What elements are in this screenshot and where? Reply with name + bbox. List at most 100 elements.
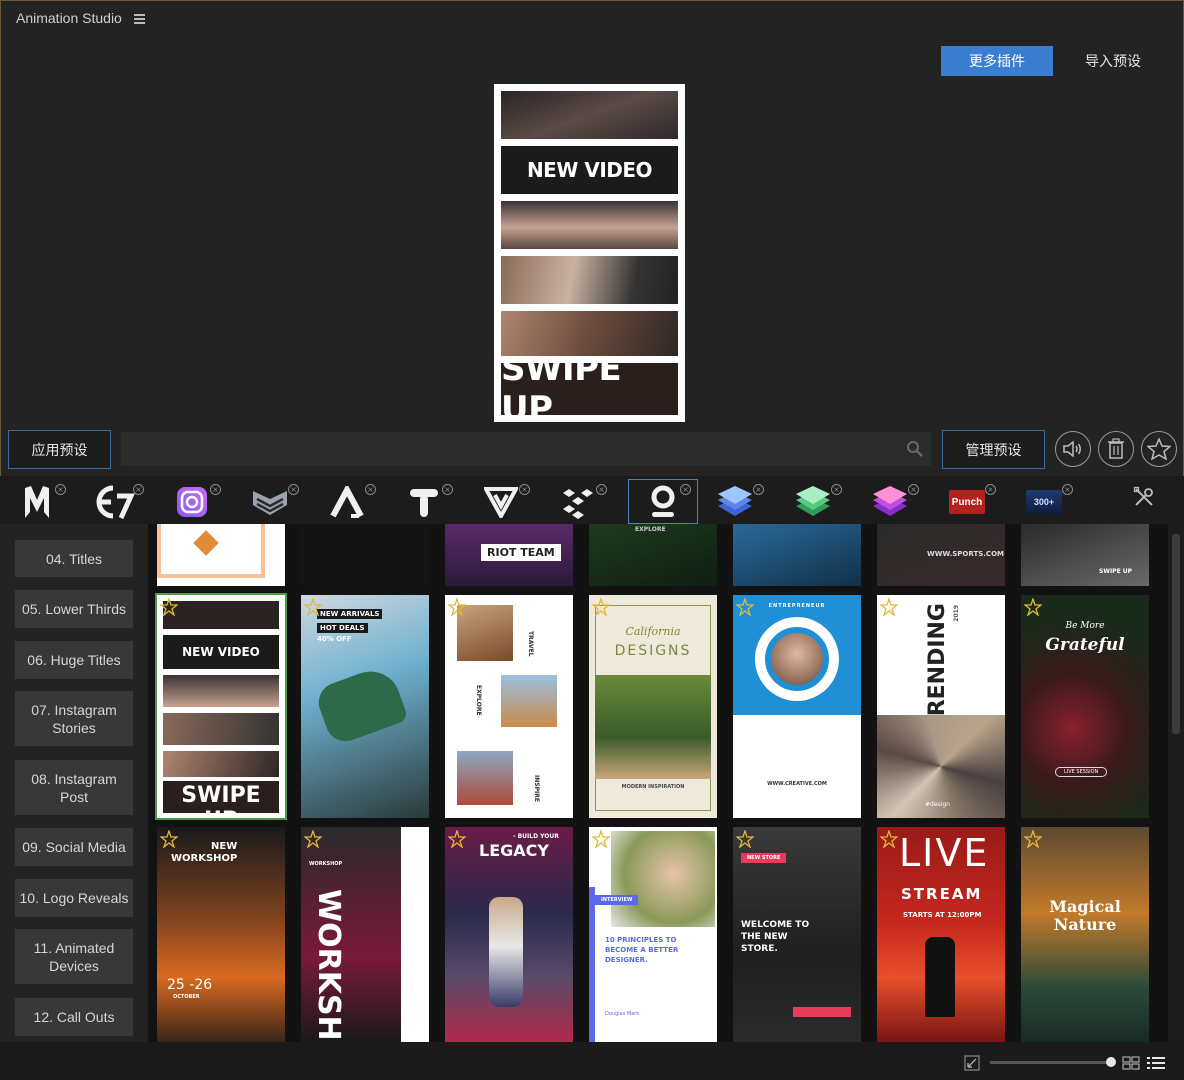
list-view-icon[interactable] [1146, 1055, 1166, 1071]
category-social-media[interactable]: 09. Social Media [15, 828, 133, 866]
favorite-star-icon[interactable] [880, 830, 898, 848]
volume-icon [1063, 440, 1081, 458]
preset-tile-interview[interactable]: INTERVIEW 10 PRINCIPLES TO BECOME A BETT… [589, 827, 717, 1042]
import-preset-button[interactable]: 导入预设 [1070, 46, 1156, 76]
remove-plugin-icon[interactable]: × [908, 484, 919, 495]
tile-title: LIVE SESSION [1055, 767, 1108, 777]
category-instagram-post[interactable]: 08. Instagram Post [15, 760, 133, 815]
favorite-star-icon[interactable] [1024, 830, 1042, 848]
plugin-300[interactable]: 300+ × [1009, 480, 1079, 524]
preset-tile-entrepreneur[interactable]: ENTREPRENEUR WWW.CREATIVE.COM [733, 595, 861, 818]
tile-title: TRENDING [925, 603, 950, 732]
tile-title: DESIGNS [614, 643, 692, 659]
tile-panel [733, 715, 861, 818]
plugin-q[interactable]: × [628, 479, 698, 524]
category-lower-thirds[interactable]: 05. Lower Thirds [15, 590, 133, 628]
preset-tile-new-arrivals[interactable]: NEW ARRIVALS HOT DEALS 40% OFF [301, 595, 429, 818]
preset-tile-new-video[interactable]: NEW VIDEO SWIPE UP [155, 593, 287, 820]
plugin-t[interactable]: × [389, 480, 459, 524]
category-instagram-stories[interactable]: 07. Instagram Stories [15, 691, 133, 746]
search-icon[interactable] [906, 440, 924, 458]
plugin-green-layers[interactable]: × [778, 480, 848, 524]
remove-plugin-icon[interactable]: × [133, 484, 144, 495]
preset-tile-magical-nature[interactable]: Magical Nature [1021, 827, 1149, 1042]
preset-tile[interactable] [733, 524, 861, 586]
preset-tile-california[interactable]: California DESIGNS MODERN INSPIRATION [589, 595, 717, 818]
remove-plugin-icon[interactable]: × [753, 484, 764, 495]
preset-tile[interactable]: WWW.SPORTS.COM [877, 524, 1005, 586]
hamburger-menu-icon[interactable] [133, 13, 146, 24]
preset-tile[interactable]: RIOT TEAM [445, 524, 573, 586]
preset-tile-workshop-dark[interactable]: WORKSHOP WORKSH [301, 827, 429, 1042]
category-animated-devices[interactable]: 11. Animated Devices [15, 929, 133, 984]
category-logo-reveals[interactable]: 10. Logo Reveals [15, 879, 133, 917]
grid-view-icon[interactable] [1122, 1055, 1140, 1071]
plugin-molecule[interactable]: × [543, 480, 613, 524]
tile-title: 25 -26 [167, 977, 213, 993]
favorite-star-icon[interactable] [160, 830, 178, 848]
plugin-instagram[interactable]: × [157, 480, 227, 524]
preset-tile[interactable]: EXPLORE [589, 524, 717, 586]
delete-button[interactable] [1098, 431, 1134, 467]
category-call-outs[interactable]: 12. Call Outs [15, 998, 133, 1036]
tile-photo [611, 831, 715, 927]
favorite-star-icon[interactable] [736, 598, 754, 616]
tile-title: LIVE [899, 831, 990, 875]
tile-title: NEW ARRIVALS [317, 609, 383, 619]
remove-plugin-icon[interactable]: × [1062, 484, 1073, 495]
preset-tile-legacy[interactable]: - BUILD YOUR LEGACY [445, 827, 573, 1042]
remove-plugin-icon[interactable]: × [680, 484, 691, 495]
manage-presets-button[interactable]: 管理预设 [942, 430, 1045, 469]
plugin-m[interactable]: × [2, 480, 72, 524]
tools-icon[interactable] [1133, 486, 1155, 508]
more-plugins-button[interactable]: 更多插件 [941, 46, 1053, 76]
category-huge-titles[interactable]: 06. Huge Titles [15, 641, 133, 679]
resize-icon[interactable] [964, 1055, 980, 1071]
plugin-shield[interactable]: × [235, 480, 305, 524]
volume-button[interactable] [1055, 431, 1091, 467]
remove-plugin-icon[interactable]: × [985, 484, 996, 495]
scrollbar-thumb[interactable] [1172, 534, 1180, 734]
preset-tile[interactable] [301, 524, 429, 586]
preset-tile-travel[interactable]: TRAVEL EXPLORE INSPIRE [445, 595, 573, 818]
favorite-star-icon[interactable] [880, 598, 898, 616]
preset-tile-live-stream[interactable]: LIVE STREAM STARTS AT 12:00PM [877, 827, 1005, 1042]
plugin-a[interactable]: × [312, 480, 382, 524]
remove-plugin-icon[interactable]: × [596, 484, 607, 495]
remove-plugin-icon[interactable]: × [210, 484, 221, 495]
preset-tile-grateful[interactable]: Be More Grateful LIVE SESSION [1021, 595, 1149, 818]
plugin-e7[interactable]: × [80, 480, 150, 524]
remove-plugin-icon[interactable]: × [831, 484, 842, 495]
favorite-star-icon[interactable] [448, 598, 466, 616]
plugin-v[interactable]: × [466, 480, 536, 524]
category-titles[interactable]: 04. Titles [15, 540, 133, 577]
preset-search-input[interactable] [121, 432, 931, 466]
preset-tile[interactable] [157, 524, 285, 586]
favorite-star-icon[interactable] [448, 830, 466, 848]
favorite-star-icon[interactable] [304, 598, 322, 616]
favorite-star-icon[interactable] [304, 830, 322, 848]
plugin-punch[interactable]: Punch × [932, 480, 1002, 524]
tile-strip [163, 751, 279, 777]
favorite-star-icon[interactable] [160, 598, 178, 616]
thumbnail-size-slider[interactable] [990, 1061, 1115, 1064]
favorite-button[interactable] [1141, 431, 1177, 467]
favorite-star-icon[interactable] [736, 830, 754, 848]
preset-tile-workshop[interactable]: NEW WORKSHOP 25 -26 OCTOBER [157, 827, 285, 1042]
preset-tile-trending[interactable]: TRENDING 2019 #design [877, 595, 1005, 818]
apply-preset-button[interactable]: 应用预设 [8, 430, 111, 469]
remove-plugin-icon[interactable]: × [55, 484, 66, 495]
slider-knob[interactable] [1106, 1057, 1116, 1067]
favorite-star-icon[interactable] [592, 830, 610, 848]
remove-plugin-icon[interactable]: × [519, 484, 530, 495]
plugin-pink-layers[interactable]: × [855, 480, 925, 524]
favorite-star-icon[interactable] [1024, 598, 1042, 616]
favorite-star-icon[interactable] [592, 598, 610, 616]
grid-scrollbar[interactable] [1168, 524, 1184, 1042]
preset-tile[interactable]: SWIPE UP [1021, 524, 1149, 586]
remove-plugin-icon[interactable]: × [365, 484, 376, 495]
preset-tile-new-store[interactable]: NEW STORE WELCOME TO THE NEW STORE. [733, 827, 861, 1042]
plugin-blue-layers[interactable]: × [700, 480, 770, 524]
remove-plugin-icon[interactable]: × [442, 484, 453, 495]
remove-plugin-icon[interactable]: × [288, 484, 299, 495]
